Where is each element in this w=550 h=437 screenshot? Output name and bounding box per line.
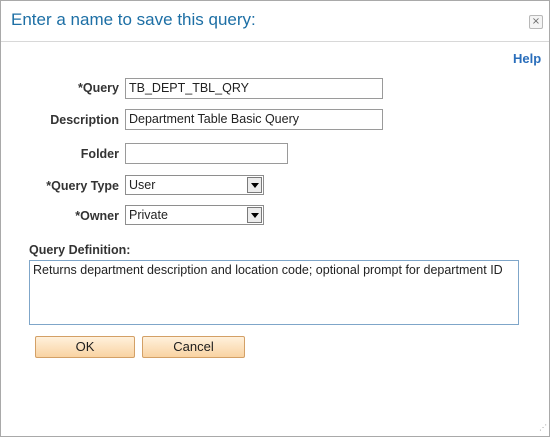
owner-label: *Owner (75, 209, 119, 223)
dialog-titlebar: Enter a name to save this query: × (1, 1, 549, 42)
folder-input[interactable] (125, 143, 288, 164)
close-icon[interactable]: × (529, 15, 543, 29)
folder-label: Folder (80, 147, 119, 161)
query-name-label: *Query (78, 81, 119, 95)
save-query-dialog: Enter a name to save this query: × Help … (0, 0, 550, 437)
chevron-down-icon[interactable] (247, 207, 262, 223)
help-link[interactable]: Help (513, 51, 541, 66)
description-input[interactable]: Department Table Basic Query (125, 109, 383, 130)
query-type-value: User (129, 178, 156, 192)
query-type-label: *Query Type (46, 179, 119, 193)
query-name-input[interactable]: TB_DEPT_TBL_QRY (125, 78, 383, 99)
query-definition-label: Query Definition: (29, 243, 131, 257)
owner-value: Private (129, 208, 168, 222)
query-definition-textarea[interactable]: Returns department description and locat… (29, 260, 519, 325)
description-label: Description (50, 113, 119, 127)
ok-button[interactable]: OK (35, 336, 135, 358)
query-type-select[interactable]: User (125, 175, 264, 195)
cancel-button[interactable]: Cancel (142, 336, 245, 358)
resize-grip-icon[interactable]: ⋰ (539, 423, 547, 432)
dialog-title: Enter a name to save this query: (11, 10, 256, 29)
chevron-down-icon[interactable] (247, 177, 262, 193)
owner-select[interactable]: Private (125, 205, 264, 225)
